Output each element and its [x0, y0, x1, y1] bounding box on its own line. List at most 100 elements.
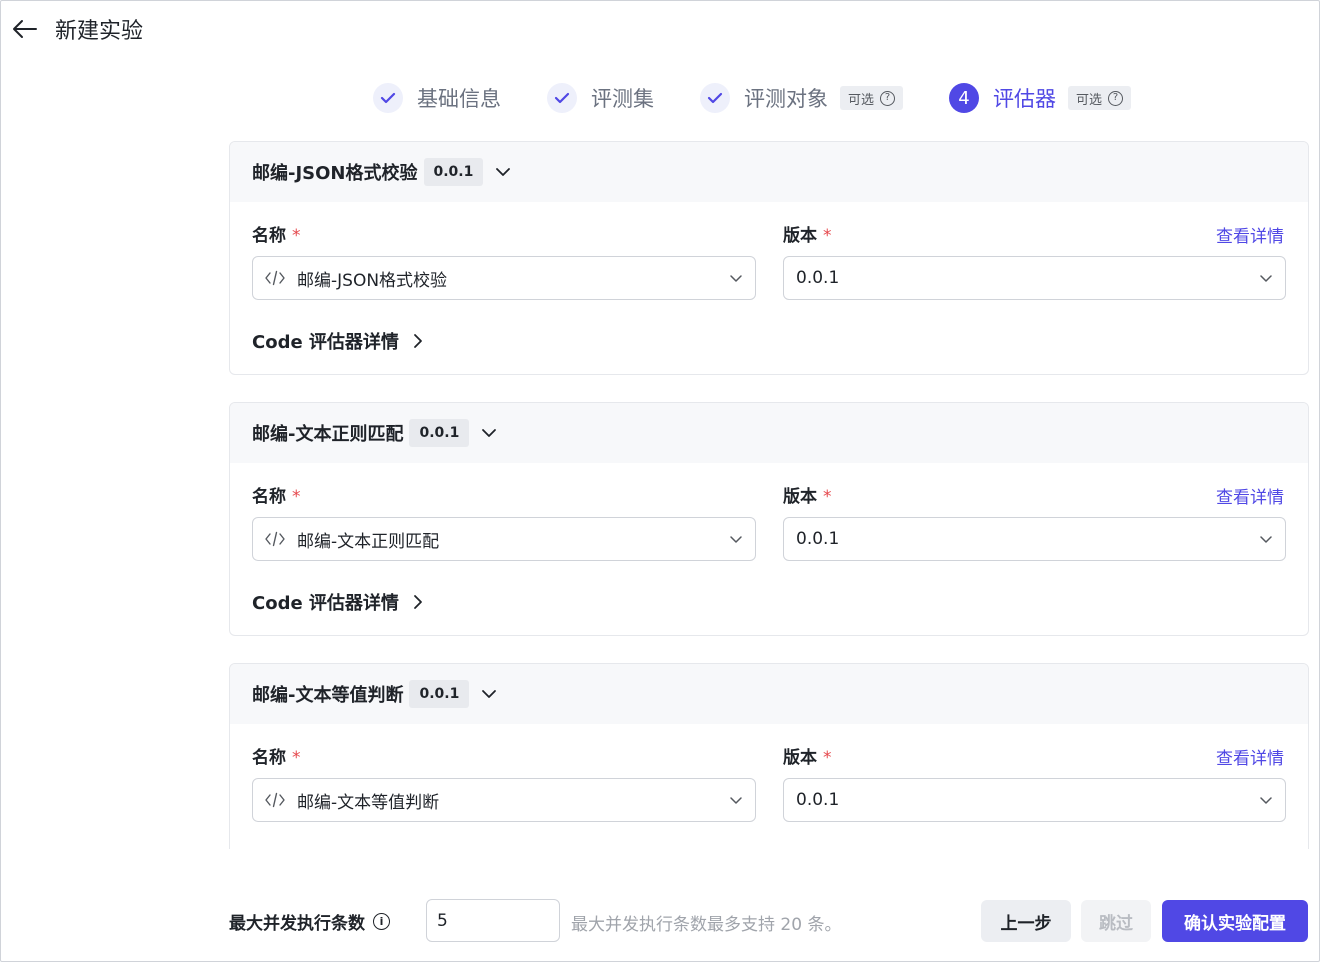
chevron-down-icon [729, 532, 743, 546]
chevron-down-icon [1259, 271, 1273, 285]
view-detail-link[interactable]: 查看详情 [1216, 483, 1284, 508]
version-label: 版本 * [783, 743, 832, 768]
field-inputs: 邮编-文本等值判断 0.0.1 [252, 778, 1286, 822]
code-detail-label: Code 评估器详情 [252, 593, 399, 614]
field-labels: 名称 * 版本 * 查看详情 [252, 481, 1286, 509]
code-detail-label: Code 评估器详情 [252, 332, 399, 353]
version-tag: 0.0.1 [409, 419, 470, 447]
step-label: 评估器 [993, 87, 1057, 111]
name-label: 名称 * [252, 482, 783, 507]
required-mark: * [292, 747, 301, 768]
step-label: 评测对象 [744, 87, 828, 111]
optional-badge: 可选 ? [1068, 86, 1132, 110]
code-icon [265, 531, 285, 547]
evaluator-version-select[interactable]: 0.0.1 [783, 778, 1286, 822]
step-label: 基础信息 [417, 87, 501, 111]
field-inputs: 邮编-JSON格式校验 0.0.1 [252, 256, 1286, 300]
evaluator-card: 邮编-文本等值判断 0.0.1 名称 * 版本 * 查看详情 邮编-文本等值判断… [229, 663, 1309, 849]
code-icon [265, 792, 285, 808]
required-mark: * [823, 747, 832, 768]
info-icon[interactable]: i [373, 913, 390, 930]
skip-button[interactable]: 跳过 [1081, 900, 1151, 942]
selected-value: 邮编-JSON格式校验 [297, 270, 448, 291]
version-tag: 0.0.1 [409, 680, 470, 708]
required-mark: * [823, 225, 832, 246]
required-mark: * [292, 225, 301, 246]
view-detail-link[interactable]: 查看详情 [1216, 744, 1284, 769]
app-window: 新建实验 基础信息 评测集 评测对象 可选 ? 4 评估器 可选 ? 邮编-JS… [0, 0, 1320, 962]
selected-value: 0.0.1 [796, 268, 840, 288]
concurrency-input[interactable] [426, 899, 560, 942]
field-labels: 名称 * 版本 * 查看详情 [252, 220, 1286, 248]
check-icon [700, 83, 730, 113]
selected-value: 0.0.1 [796, 529, 840, 549]
selected-value: 邮编-文本等值判断 [297, 792, 440, 813]
evaluator-title: 邮编-文本正则匹配 [252, 424, 404, 445]
field-inputs: 邮编-文本正则匹配 0.0.1 [252, 517, 1286, 561]
chevron-right-icon [413, 333, 423, 349]
step-evaluator[interactable]: 4 评估器 可选 ? [949, 83, 1132, 113]
evaluator-name-select[interactable]: 邮编-文本正则匹配 [252, 517, 756, 561]
concurrency-label-text: 最大并发执行条数 [229, 914, 365, 934]
chevron-down-icon [729, 793, 743, 807]
evaluator-card-header[interactable]: 邮编-文本正则匹配 0.0.1 [230, 403, 1308, 463]
evaluator-card: 邮编-文本正则匹配 0.0.1 名称 * 版本 * 查看详情 邮编-文本正则匹配… [229, 402, 1309, 636]
chevron-down-icon [1259, 532, 1273, 546]
version-label-text: 版本 [783, 747, 817, 768]
version-label: 版本 * [783, 221, 832, 246]
evaluator-card-body: 名称 * 版本 * 查看详情 邮编-文本正则匹配 0.0.1 Code 评估器详… [230, 463, 1308, 615]
evaluator-card: 邮编-JSON格式校验 0.0.1 名称 * 版本 * 查看详情 邮编-JSON… [229, 141, 1309, 375]
version-label-text: 版本 [783, 225, 817, 246]
name-label-text: 名称 [252, 747, 286, 768]
optional-badge-label: 可选 [848, 92, 875, 108]
chevron-down-icon[interactable] [481, 428, 497, 438]
page-title: 新建实验 [55, 19, 144, 44]
step-number: 4 [949, 83, 980, 113]
version-label: 版本 * [783, 482, 832, 507]
version-label-text: 版本 [783, 486, 817, 507]
stepper: 基础信息 评测集 评测对象 可选 ? 4 评估器 可选 ? [373, 79, 1177, 117]
chevron-down-icon[interactable] [481, 689, 497, 699]
view-detail-link[interactable]: 查看详情 [1216, 222, 1284, 247]
back-arrow-icon[interactable] [11, 15, 39, 43]
evaluator-title: 邮编-文本等值判断 [252, 685, 404, 706]
step-eval-target[interactable]: 评测对象 可选 ? [700, 83, 904, 113]
evaluator-name-select[interactable]: 邮编-JSON格式校验 [252, 256, 756, 300]
chevron-right-icon [413, 594, 423, 610]
evaluator-card-header[interactable]: 邮编-JSON格式校验 0.0.1 [230, 142, 1308, 202]
evaluator-version-select[interactable]: 0.0.1 [783, 256, 1286, 300]
chevron-down-icon [1259, 793, 1273, 807]
name-label: 名称 * [252, 743, 783, 768]
concurrency-hint: 最大并发执行条数最多支持 20 条。 [571, 915, 842, 935]
optional-badge-label: 可选 [1076, 92, 1103, 108]
prev-step-button[interactable]: 上一步 [981, 900, 1071, 942]
evaluator-list: 邮编-JSON格式校验 0.0.1 名称 * 版本 * 查看详情 邮编-JSON… [229, 141, 1309, 849]
concurrency-label: 最大并发执行条数 i [229, 909, 390, 934]
evaluator-card-header[interactable]: 邮编-文本等值判断 0.0.1 [230, 664, 1308, 724]
help-icon[interactable]: ? [880, 90, 896, 106]
evaluator-name-select[interactable]: 邮编-文本等值判断 [252, 778, 756, 822]
help-icon[interactable]: ? [1108, 90, 1124, 106]
name-label-text: 名称 [252, 225, 286, 246]
check-icon [373, 83, 403, 113]
step-eval-set[interactable]: 评测集 [547, 83, 654, 113]
required-mark: * [292, 486, 301, 507]
evaluator-title: 邮编-JSON格式校验 [252, 163, 418, 184]
chevron-down-icon[interactable] [495, 167, 511, 177]
version-tag: 0.0.1 [423, 158, 484, 186]
confirm-config-button[interactable]: 确认实验配置 [1162, 900, 1308, 942]
evaluator-card-body: 名称 * 版本 * 查看详情 邮编-JSON格式校验 0.0.1 Code 评估… [230, 202, 1308, 354]
chevron-down-icon [729, 271, 743, 285]
code-evaluator-detail-link[interactable]: Code 评估器详情 [252, 589, 423, 615]
selected-value: 邮编-文本正则匹配 [297, 531, 440, 552]
step-basic-info[interactable]: 基础信息 [373, 83, 501, 113]
code-evaluator-detail-link[interactable]: Code 评估器详情 [252, 328, 423, 354]
field-labels: 名称 * 版本 * 查看详情 [252, 742, 1286, 770]
code-icon [265, 270, 285, 286]
required-mark: * [823, 486, 832, 507]
name-label-text: 名称 [252, 486, 286, 507]
optional-badge: 可选 ? [840, 86, 904, 110]
evaluator-version-select[interactable]: 0.0.1 [783, 517, 1286, 561]
page-header: 新建实验 [11, 11, 143, 47]
footer-bar: 最大并发执行条数 i 最大并发执行条数最多支持 20 条。 上一步 跳过 确认实… [229, 899, 1309, 943]
